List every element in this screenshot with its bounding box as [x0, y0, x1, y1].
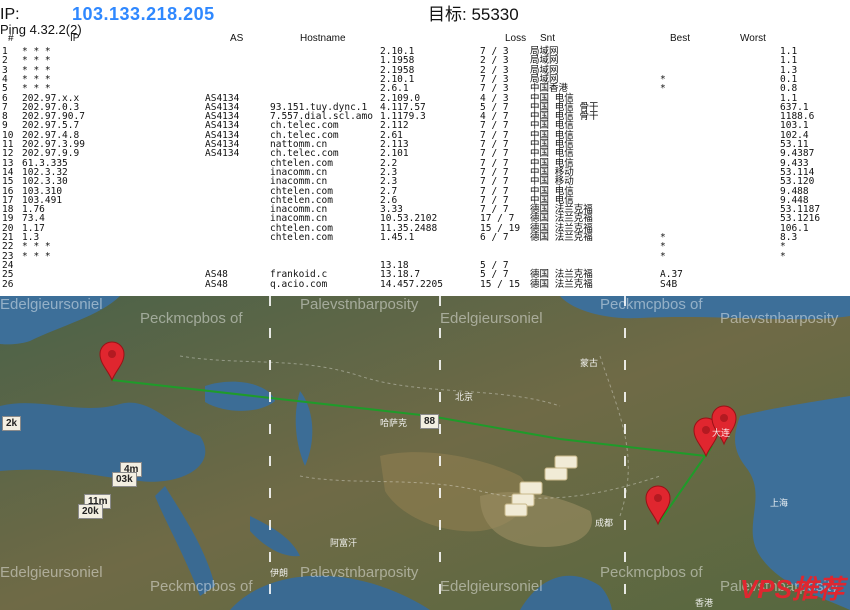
map-watermark: Peckmcpbos of: [600, 564, 703, 581]
map-watermark: Palevstnbarposity: [720, 310, 839, 327]
place-label: 伊朗: [270, 568, 289, 578]
map-watermark: Edelgieursoniel: [0, 564, 103, 581]
column-header: Worst: [740, 33, 766, 44]
route-map[interactable]: Edelgieursoniel Peckmcpbos of Palevstnbarp…: [0, 296, 850, 610]
place-label: 上海: [770, 498, 789, 508]
map-watermark: Edelgieursoniel: [440, 578, 543, 595]
table-row: 26 AS48 q.acio.com 14.457.2205 15 / 15 德国 法兰克…: [0, 279, 850, 291]
place-label: 蒙古: [580, 358, 599, 368]
map-watermark: Peckmcpbos of: [600, 296, 703, 313]
hop-hop: 26: [2, 278, 14, 290]
place-label: 成都: [595, 518, 614, 528]
distance-tag: 20k: [78, 504, 103, 519]
hop-snt: 15 / 15: [480, 278, 521, 290]
column-header: Loss: [505, 33, 527, 44]
ip-address-link[interactable]: 103.133.218.205: [72, 4, 215, 25]
column-header: #: [8, 33, 14, 44]
distance-tag: 2k: [2, 416, 22, 431]
hop-loc: 德国 法兰克福: [530, 278, 593, 290]
place-label: 阿富汗: [330, 538, 358, 548]
distance-tag: 88: [420, 414, 440, 429]
column-header: AS: [230, 33, 244, 44]
map-watermark: Peckmcpbos of: [140, 310, 243, 327]
map-watermark: Palevstnbarposity: [300, 296, 419, 313]
column-header: Hostname: [300, 33, 346, 44]
column-header: Best: [670, 33, 691, 44]
hop-loss: 14.457.2205: [380, 278, 443, 290]
vps-logo: VPS推荐: [739, 574, 844, 604]
column-header: Snt: [540, 33, 556, 44]
place-label: 大连: [712, 428, 731, 438]
hop-asn: AS48: [205, 278, 228, 290]
traceroute-panel: IP: 103.133.218.205 目标: 55330 Ping 4.32.…: [0, 0, 850, 296]
place-label: 香港: [695, 598, 714, 608]
map-watermark: Edelgieursoniel: [0, 296, 103, 313]
map-watermark: Peckmcpbos of: [150, 578, 253, 595]
hop-best: S4B: [660, 278, 678, 290]
place-label: 北京: [455, 392, 474, 402]
place-label: 哈萨克: [380, 418, 408, 428]
hop-host: q.acio.com: [270, 278, 328, 290]
distance-tag: 03k: [112, 472, 137, 487]
map-canvas[interactable]: [0, 296, 850, 610]
map-watermark: Palevstnbarposity: [300, 564, 419, 581]
column-header: IP: [70, 33, 80, 44]
target-label: 目标: 55330: [428, 5, 519, 24]
map-watermark: Edelgieursoniel: [440, 310, 543, 327]
